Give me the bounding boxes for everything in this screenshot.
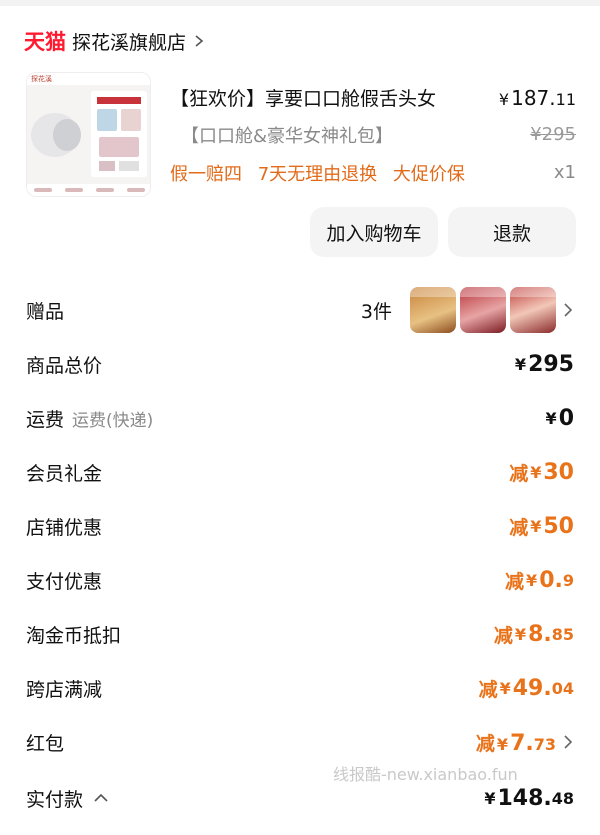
total-amount: ¥295 [514, 351, 574, 377]
product-title[interactable]: 【狂欢价】享要口口舱假舌头女 [170, 84, 436, 111]
gift-thumbnail[interactable] [410, 287, 456, 333]
top-divider [0, 0, 600, 6]
shipping-amount: ¥0 [545, 405, 574, 431]
shop-name[interactable]: 探花溪旗舰店 [72, 28, 186, 55]
summary-row-cross-store: 跨店满减 减 ¥49. 04 [26, 668, 574, 708]
pay-discount-amount: 减 ¥0. 9 [505, 567, 574, 593]
product-thumbnail[interactable]: 探花溪 [26, 72, 151, 197]
current-price: ¥187.11 [498, 86, 576, 110]
summary-row-member-gift: 会员礼金 减 ¥30 [26, 452, 574, 492]
product-variant: 【口口舱&豪华女神礼包】 [181, 126, 394, 147]
paid-amount: ¥148. 48 [484, 785, 574, 811]
gift-thumbnail[interactable] [510, 287, 556, 333]
add-to-cart-button[interactable]: 加入购物车 [310, 207, 438, 257]
original-price: ¥295 [530, 124, 576, 145]
member-gift-label: 会员礼金 [26, 462, 103, 485]
guarantee-fake-compensation: 假一赔四 [170, 164, 242, 185]
shop-discount-label: 店铺优惠 [26, 516, 103, 539]
chevron-up-icon[interactable] [93, 792, 109, 804]
shipping-label: 运费 [26, 408, 65, 431]
member-gift-amount: 减 ¥30 [509, 459, 574, 485]
summary-row-shop-discount: 店铺优惠 减 ¥50 [26, 506, 574, 546]
quantity: x1 [553, 162, 576, 183]
summary-row-taojinbi: 淘金币抵扣 减 ¥8. 85 [26, 614, 574, 654]
gift-label: 赠品 [26, 300, 65, 323]
cross-store-label: 跨店满减 [26, 678, 103, 701]
shipping-sublabel: 运费(快递) [72, 410, 154, 431]
tmall-logo: 天猫 [24, 30, 66, 54]
gift-count: 3件 [360, 300, 392, 323]
chevron-right-icon [195, 35, 204, 47]
gift-row[interactable]: 赠品 3件 [26, 287, 574, 333]
shop-header[interactable]: 天猫 探花溪旗舰店 [24, 24, 206, 58]
pay-discount-label: 支付优惠 [26, 570, 103, 593]
total-label: 商品总价 [26, 354, 103, 377]
guarantee-tags: 假一赔四 7天无理由退换 大促价保 [170, 160, 475, 186]
summary-row-pay-discount: 支付优惠 减 ¥0. 9 [26, 560, 574, 600]
gift-thumbnail[interactable] [460, 287, 506, 333]
guarantee-price-protect: 大促价保 [392, 164, 465, 185]
summary-row-paid[interactable]: 实付款 ¥148. 48 [26, 778, 574, 818]
red-packet-amount: 减 ¥7.73 [475, 730, 556, 756]
chevron-right-icon [564, 735, 573, 749]
refund-button[interactable]: 退款 [448, 207, 576, 257]
thumbnail-footer [27, 184, 150, 196]
summary-row-total: 商品总价 ¥295 [26, 344, 574, 384]
paid-label: 实付款 [26, 788, 84, 811]
taojinbi-amount: 减 ¥8. 85 [493, 621, 574, 647]
cross-store-amount: 减 ¥49. 04 [478, 675, 574, 701]
red-packet-label: 红包 [26, 732, 65, 755]
summary-row-shipping: 运费 运费(快递) ¥0 [26, 398, 574, 438]
product-image-graphic [31, 91, 147, 177]
taojinbi-label: 淘金币抵扣 [26, 624, 122, 647]
thumbnail-brand: 探花溪 [27, 73, 150, 85]
product-item[interactable]: 探花溪 【狂欢价】享要口口舱假舌头女 【口口舱&豪华女神礼包】 ¥187.11 … [24, 72, 576, 202]
chevron-right-icon [564, 303, 573, 317]
summary-row-red-packet[interactable]: 红包 减 ¥7.73 [26, 722, 574, 762]
guarantee-7day-return: 7天无理由退换 [257, 164, 378, 185]
shop-discount-amount: 减 ¥50 [509, 513, 574, 539]
